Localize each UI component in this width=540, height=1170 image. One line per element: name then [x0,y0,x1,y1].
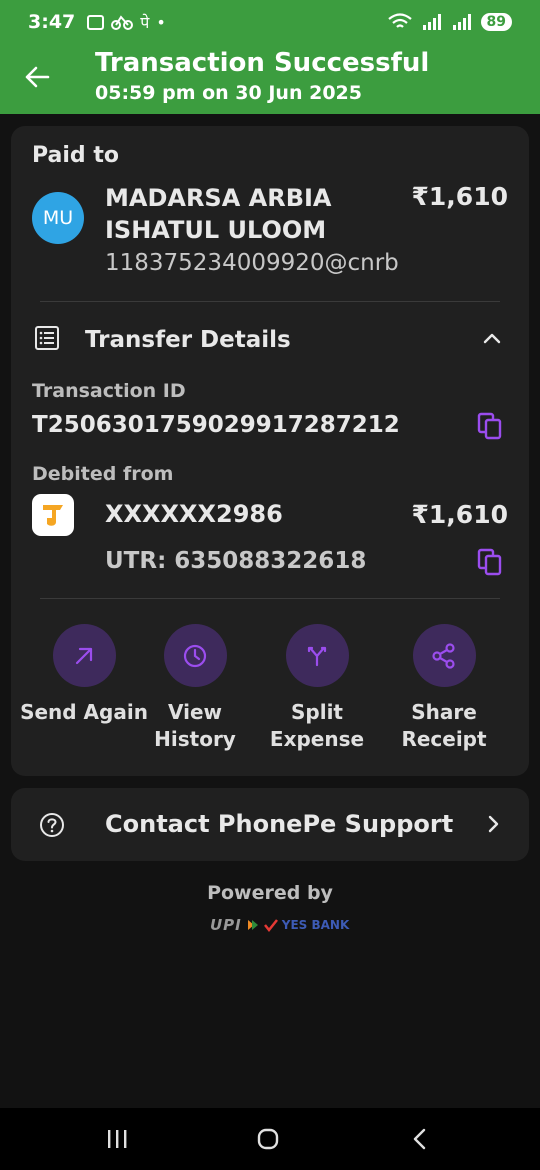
copy-transaction-id-icon[interactable] [477,412,503,440]
status-time: 3:47 [28,11,76,33]
back-button[interactable] [20,60,54,94]
system-navigation-bar [0,1108,540,1170]
recent-apps-button[interactable] [102,1124,132,1154]
quick-actions: Send Again View History Split Expense Sh… [11,624,529,764]
share-icon [432,642,455,669]
arrow-up-right-icon [75,647,93,664]
bank-logo-glyph [43,505,63,526]
chevron-up-icon[interactable] [481,327,503,349]
debited-from-label: Debited from [32,463,174,485]
share-receipt-circle[interactable] [412,624,476,687]
bank-logo-icon [32,494,74,536]
divider [40,301,500,302]
signal-sim1-icon [422,14,441,30]
debited-amount: ₹1,610 [411,500,508,529]
app-header: Transaction Successful 05:59 pm on 30 Ju… [0,44,540,114]
transaction-id-label: Transaction ID [32,380,186,402]
view-history-button[interactable]: View History [135,624,255,753]
paid-amount: ₹1,610 [411,182,508,211]
battery-level: 89 [480,13,512,31]
yes-bank-logo: YES BANK [281,918,350,932]
back-nav-button[interactable] [405,1124,435,1154]
recent-apps-icon [108,1130,127,1148]
screenshot-notification-icon [87,14,105,30]
clock-icon [183,644,207,667]
transaction-id-value: T2506301759029917287212 [32,412,400,438]
receipt-list-icon [35,326,59,350]
transaction-card: Paid to MU MADARSA ARBIA ISHATUL ULOOM ₹… [11,126,529,776]
phonepe-notification-icon: पे [140,13,150,32]
split-expense-button[interactable]: Split Expense [257,624,377,753]
status-bar: 3:47 पे • 89 [0,0,540,44]
share-receipt-label: Share Receipt [401,700,487,751]
contact-support-button[interactable]: Contact PhonePe Support [11,788,529,861]
home-icon [257,1128,279,1150]
send-again-circle[interactable] [52,624,116,687]
signal-sim2-icon [452,14,471,30]
dot-notification-icon: • [156,12,166,32]
yes-bank-tick-icon [263,919,278,932]
utr-number: UTR: 635088322618 [105,548,367,574]
split-icon [307,646,327,666]
help-circle-icon [40,813,64,837]
arrow-left-icon [25,66,50,88]
contact-support-label: Contact PhonePe Support [105,810,454,838]
split-expense-circle[interactable] [285,624,349,687]
split-expense-label: Split Expense [269,700,365,751]
divider [40,598,500,599]
view-history-label: View History [154,700,236,751]
debited-account: XXXXXX2986 [105,500,283,528]
transaction-datetime: 05:59 pm on 30 Jun 2025 [95,82,362,104]
back-chevron-icon [413,1128,426,1150]
bike-notification-icon [111,15,134,30]
home-button[interactable] [253,1124,283,1154]
payee-name: MADARSA ARBIA ISHATUL ULOOM [105,184,332,244]
avatar: MU [32,192,84,244]
upi-logo: UPI [210,916,242,934]
send-again-button[interactable]: Send Again [20,624,148,726]
payee-vpa: 118375234009920@cnrb [105,250,399,276]
share-receipt-button[interactable]: Share Receipt [384,624,504,753]
notification-icons: पे • [87,11,166,33]
powered-by-label: Powered by [207,882,333,904]
paid-to-label: Paid to [32,143,119,168]
chevron-right-icon [488,815,499,833]
page-title: Transaction Successful [95,48,430,78]
wifi-icon [387,13,412,28]
upi-arrow-logo-icon [247,920,258,930]
view-history-circle[interactable] [163,624,227,687]
partner-logos: UPI YES BANK [210,914,349,936]
copy-utr-icon[interactable] [477,548,503,576]
transfer-details-title: Transfer Details [85,327,291,353]
